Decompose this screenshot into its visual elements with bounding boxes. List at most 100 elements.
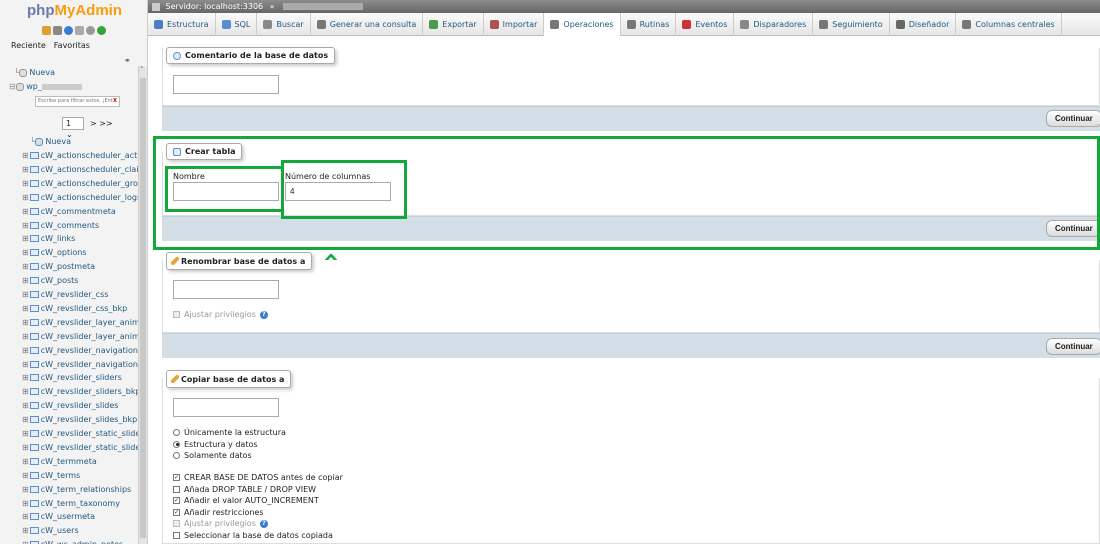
copy-option[interactable]: ✓ CREAR BASE DE DATOS antes de copiar — [173, 473, 343, 482]
tab-exportar[interactable]: Exportar — [423, 13, 484, 36]
tab-diseñador[interactable]: Diseñador — [890, 13, 957, 36]
database-item[interactable]: ⊟ wp_ — [9, 82, 82, 91]
sidebar-table-item[interactable]: ⊞ cW_revslider_static_slides_ — [22, 442, 140, 454]
expand-icon[interactable]: ⊞ — [22, 332, 29, 341]
table-filter-input[interactable]: Escribe para filtrar estos, ¡Ent X — [35, 96, 120, 107]
expand-icon[interactable]: ⊞ — [22, 262, 29, 271]
sidebar-table-item[interactable]: ⊞ cW_revslider_slides_bkp — [22, 414, 140, 426]
rename-adjust-privileges[interactable]: Ajustar privilegios ? — [173, 310, 268, 319]
sidebar-table-item[interactable]: ⊞ cW_revslider_slides — [22, 400, 140, 412]
copy-option-checkbox[interactable]: ✓ — [173, 508, 180, 516]
sidebar-table-item[interactable]: ⊞ cW_users — [22, 525, 140, 537]
comment-input[interactable] — [173, 75, 279, 94]
copy-option-checkbox[interactable]: ✓ — [173, 474, 180, 481]
tab-importar[interactable]: Importar — [484, 13, 545, 36]
expand-icon[interactable]: ⊞ — [22, 526, 29, 535]
sidebar-table-item[interactable]: ⊞ cW_revslider_sliders_bkp — [22, 386, 140, 398]
scroll-thumb[interactable] — [140, 78, 146, 538]
sidebar-table-item[interactable]: ⊞ cW_links — [22, 233, 140, 245]
sidebar-table-item[interactable]: ⊞ cW_actionscheduler_claim — [22, 164, 140, 176]
tab-disparadores[interactable]: Disparadores — [734, 13, 814, 36]
expand-icon[interactable]: ⊞ — [22, 485, 29, 494]
clear-filter-icon[interactable]: X — [113, 97, 117, 106]
copy-mode-option[interactable]: Solamente datos — [173, 451, 252, 460]
sidebar-table-item[interactable]: ⊞cW_wc_admin_notes — [22, 539, 140, 544]
phpmyadmin-logo[interactable]: phpMyAdmin — [27, 2, 122, 19]
copy-option[interactable]: Ajustar privilegios? — [173, 519, 268, 528]
expand-icon[interactable]: ⊞ — [22, 401, 29, 410]
server-link[interactable]: Servidor: localhost:3306 — [166, 2, 264, 11]
sidebar-table-item[interactable]: ⊞ cW_revslider_layer_animat — [22, 331, 140, 343]
expand-icon[interactable]: ⊞ — [22, 221, 29, 230]
sidebar-table-item[interactable]: ⊞ cW_posts — [22, 275, 140, 287]
expand-icon[interactable]: ⊞ — [22, 179, 29, 188]
tab-favorites[interactable]: Favoritas — [52, 40, 92, 51]
sidebar-table-item[interactable]: ⊞ cW_terms — [22, 470, 140, 482]
sidebar-table-item[interactable]: ⊞ cW_termmeta — [22, 456, 140, 468]
expand-icon[interactable]: ⊞ — [22, 248, 29, 257]
copy-option[interactable]: ✓ Añadir restricciones — [173, 508, 264, 517]
expand-icon[interactable]: ⊞ — [22, 512, 29, 521]
tab-buscar[interactable]: Buscar — [257, 13, 311, 36]
rename-input[interactable] — [173, 280, 279, 299]
sidebar-table-item[interactable]: ⊞ cW_actionscheduler_action — [22, 150, 140, 162]
help-icon[interactable]: ? — [259, 519, 268, 528]
comment-continue-button[interactable]: Continuar — [1046, 110, 1100, 127]
expand-icon[interactable]: ⊞ — [22, 165, 29, 174]
exit-icon[interactable] — [53, 26, 62, 35]
expand-icon[interactable]: ⊞ — [22, 151, 29, 160]
sidebar-table-item[interactable]: ⊞ cW_comments — [22, 220, 140, 232]
tab-sql[interactable]: SQL — [216, 13, 258, 36]
expand-icon[interactable]: ⊞ — [22, 443, 29, 452]
expand-icon[interactable]: ⊞ — [22, 373, 29, 382]
expand-icon[interactable]: ⊞ — [22, 276, 29, 285]
sidebar-table-item[interactable]: ⊞ cW_revslider_layer_animat — [22, 317, 140, 329]
expand-icon[interactable]: ⊞ — [22, 471, 29, 480]
expand-icon[interactable]: ⊞ — [22, 540, 29, 544]
sidebar-table-item[interactable]: ⊞ cW_revslider_navigations_ — [22, 359, 140, 371]
reload-icon[interactable] — [97, 26, 106, 35]
expand-icon[interactable]: ⊞ — [22, 346, 29, 355]
expand-icon[interactable]: ⊞ — [22, 415, 29, 424]
tab-columnas-centrales[interactable]: Columnas centrales — [956, 13, 1062, 36]
expand-icon[interactable]: ⊞ — [22, 304, 29, 313]
expand-icon[interactable]: ⊞ — [22, 234, 29, 243]
sidebar-table-item[interactable]: ⊞ cW_postmeta — [22, 261, 140, 273]
expand-icon[interactable]: ⊞ — [22, 499, 29, 508]
tab-generar-una-consulta[interactable]: Generar una consulta — [311, 13, 424, 36]
expand-icon[interactable]: ⊞ — [22, 387, 29, 396]
adjust-privileges-checkbox[interactable] — [173, 311, 180, 318]
sidebar-table-item[interactable]: ⊞ cW_actionscheduler_group — [22, 178, 140, 190]
copy-option-checkbox[interactable] — [173, 520, 180, 528]
copy-option-checkbox[interactable]: ✓ — [173, 497, 180, 505]
sidebar-table-item[interactable]: ⊞ cW_revslider_navigations — [22, 345, 140, 357]
sidebar-table-item[interactable]: ⊞ cW_term_relationships — [22, 484, 140, 496]
collapse-icon[interactable]: ⊟ — [9, 82, 16, 91]
docs-icon[interactable] — [75, 26, 84, 35]
copy-mode-option[interactable]: Estructura y datos — [173, 440, 258, 449]
rename-continue-button[interactable]: Continuar — [1046, 338, 1100, 355]
copy-option[interactable]: Añada DROP TABLE / DROP VIEW — [173, 485, 316, 494]
scroll-up-icon[interactable]: ˄ — [140, 66, 144, 74]
copy-input[interactable] — [173, 398, 279, 417]
copy-mode-radio[interactable] — [173, 452, 180, 459]
sidebar-table-item[interactable]: ⊞ cW_options — [22, 247, 140, 259]
help-icon[interactable] — [64, 26, 73, 35]
sidebar-table-item[interactable]: ⊞ cW_actionscheduler_logs — [22, 192, 140, 204]
tab-recent[interactable]: Reciente — [9, 40, 48, 51]
tab-operaciones[interactable]: Operaciones — [544, 13, 621, 36]
expand-icon[interactable]: ⊞ — [22, 318, 29, 327]
copy-option-checkbox[interactable] — [173, 485, 180, 493]
next-page-link[interactable]: > >> — [90, 119, 113, 128]
expand-icon[interactable]: ⊞ — [22, 457, 29, 466]
tab-rutinas[interactable]: Rutinas — [621, 13, 677, 36]
help-icon[interactable]: ? — [259, 310, 268, 319]
expand-icon[interactable]: ⊞ — [22, 360, 29, 369]
home-icon[interactable] — [42, 26, 51, 35]
copy-option[interactable]: ✓ Añadir el valor AUTO_INCREMENT — [173, 496, 319, 505]
copy-mode-radio[interactable] — [173, 429, 180, 436]
link-icon[interactable]: ⚭ — [124, 56, 131, 65]
page-select[interactable]: 1 ⌄ — [62, 117, 84, 139]
expand-icon[interactable]: ⊞ — [22, 207, 29, 216]
copy-mode-radio[interactable] — [173, 440, 180, 448]
